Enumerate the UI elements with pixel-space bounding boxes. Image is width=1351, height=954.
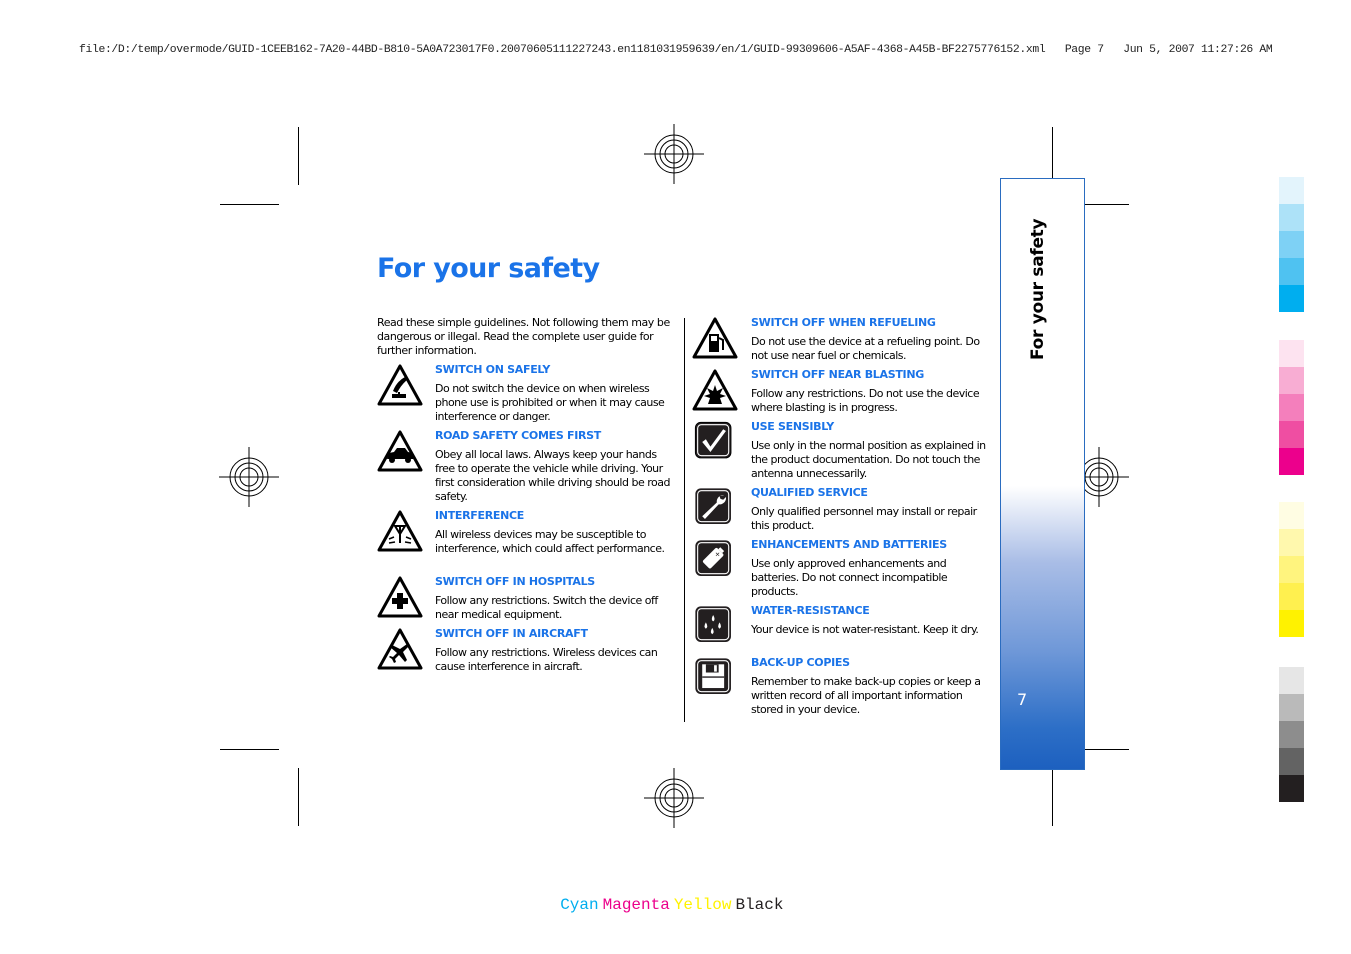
item-heading: BACK-UP COPIES (751, 656, 850, 669)
fuel-pump-icon (692, 317, 738, 359)
item-heading: SWITCH OFF NEAR BLASTING (751, 368, 924, 381)
safety-item: INTERFERENCE All wireless devices may be… (377, 509, 677, 571)
item-heading: INTERFERENCE (435, 509, 524, 522)
item-heading: QUALIFIED SERVICE (751, 486, 868, 499)
item-heading: SWITCH ON SAFELY (435, 363, 551, 376)
black-swatch (1279, 775, 1304, 802)
safety-item: ROAD SAFETY COMES FIRST Obey all local l… (377, 429, 677, 509)
yellow-swatch (1279, 583, 1304, 610)
cyan-swatch (1279, 231, 1304, 258)
black-swatch (1279, 748, 1304, 775)
column-divider (684, 318, 685, 722)
item-body: Only qualified personnel may install or … (751, 505, 977, 532)
cmyk-magenta-label: Magenta (602, 896, 670, 914)
item-heading: SWITCH OFF WHEN REFUELING (751, 316, 936, 329)
page-title: For your safety (377, 253, 600, 284)
cyan-swatch (1279, 285, 1304, 312)
safety-item: SWITCH ON SAFELY Do not switch the devic… (377, 363, 677, 425)
safety-item: + ENHANCEMENTS AND BATTERIES Use only ap… (692, 538, 992, 602)
switch-on-safely-icon (377, 364, 423, 406)
crop-mark (220, 749, 279, 750)
cmyk-cyan-label: Cyan (560, 896, 599, 914)
yellow-swatch (1279, 502, 1304, 529)
yellow-swatch (1279, 556, 1304, 583)
explosion-icon (692, 369, 738, 411)
item-heading: ROAD SAFETY COMES FIRST (435, 429, 602, 442)
safety-item: SWITCH OFF NEAR BLASTING Follow any rest… (692, 368, 992, 418)
item-body: Use only in the normal position as expla… (751, 439, 986, 480)
print-header-page: Page 7 (1064, 44, 1104, 56)
item-body: Follow any restrictions. Do not use the … (751, 387, 980, 414)
item-heading: USE SENSIBLY (751, 420, 834, 433)
black-swatch (1279, 694, 1304, 721)
item-heading: SWITCH OFF IN AIRCRAFT (435, 627, 588, 640)
crop-mark (1052, 127, 1053, 185)
interference-antenna-icon (377, 510, 423, 552)
registration-mark-icon (644, 768, 704, 828)
crop-mark (1052, 768, 1053, 826)
wrench-icon (695, 488, 731, 524)
page-number: 7 (1017, 690, 1028, 709)
magenta-swatch (1279, 340, 1304, 367)
print-header: file:/D:/temp/overmode/GUID-1CEEB162-7A2… (79, 44, 1273, 56)
road-safety-car-icon (377, 430, 423, 472)
item-heading: SWITCH OFF IN HOSPITALS (435, 575, 595, 588)
magenta-swatch (1279, 421, 1304, 448)
crop-mark (220, 204, 279, 205)
magenta-swatch (1279, 448, 1304, 475)
item-heading: ENHANCEMENTS AND BATTERIES (751, 538, 947, 551)
print-header-timestamp: Jun 5, 2007 11:27:26 AM (1123, 44, 1273, 56)
water-drops-icon (695, 606, 731, 642)
crop-mark (298, 127, 299, 185)
item-body: Your device is not water-resistant. Keep… (751, 623, 979, 636)
item-body: Do not switch the device on when wireles… (435, 382, 665, 423)
item-body: All wireless devices may be susceptible … (435, 528, 665, 555)
item-body: Remember to make back-up copies or keep … (751, 675, 981, 716)
magenta-swatch (1279, 394, 1304, 421)
safety-item: QUALIFIED SERVICE Only qualified personn… (692, 486, 992, 536)
black-swatch (1279, 721, 1304, 748)
hospital-cross-icon (377, 576, 423, 618)
safety-item: WATER-RESISTANCE Your device is not wate… (692, 604, 992, 654)
cyan-swatch (1279, 177, 1304, 204)
safety-item: SWITCH OFF IN HOSPITALS Follow any restr… (377, 575, 677, 625)
print-header-path: file:/D:/temp/overmode/GUID-1CEEB162-7A2… (79, 44, 1046, 56)
cmyk-black-label: Black (735, 896, 784, 914)
item-body: Obey all local laws. Always keep your ha… (435, 448, 670, 503)
cmyk-legend: Cyan Magenta Yellow Black (541, 878, 787, 914)
black-swatch (1279, 667, 1304, 694)
cyan-swatch (1279, 204, 1304, 231)
crop-mark (298, 768, 299, 826)
magenta-swatch (1279, 367, 1304, 394)
battery-icon: + (695, 540, 731, 576)
floppy-disk-icon (695, 658, 731, 694)
registration-mark-icon (644, 124, 704, 184)
item-body: Do not use the device at a refueling poi… (751, 335, 980, 362)
checkmark-icon (694, 421, 732, 459)
item-body: Follow any restrictions. Switch the devi… (435, 594, 658, 621)
item-body: Follow any restrictions. Wireless device… (435, 646, 658, 673)
safety-item: SWITCH OFF IN AIRCRAFT Follow any restri… (377, 627, 677, 677)
safety-item: SWITCH OFF WHEN REFUELING Do not use the… (692, 316, 992, 366)
cyan-swatch (1279, 258, 1304, 285)
registration-mark-icon (219, 447, 279, 507)
item-body: Use only approved enhancements and batte… (751, 557, 948, 598)
safety-item: USE SENSIBLY Use only in the normal posi… (692, 420, 992, 484)
aircraft-icon (377, 628, 423, 670)
intro-text: Read these simple guidelines. Not follow… (377, 316, 670, 357)
safety-item: BACK-UP COPIES Remember to make back-up … (692, 656, 992, 720)
item-heading: WATER-RESISTANCE (751, 604, 870, 617)
side-tab-label: For your safety (1028, 218, 1048, 360)
yellow-swatch (1279, 610, 1304, 637)
yellow-swatch (1279, 529, 1304, 556)
cmyk-yellow-label: Yellow (673, 896, 732, 914)
